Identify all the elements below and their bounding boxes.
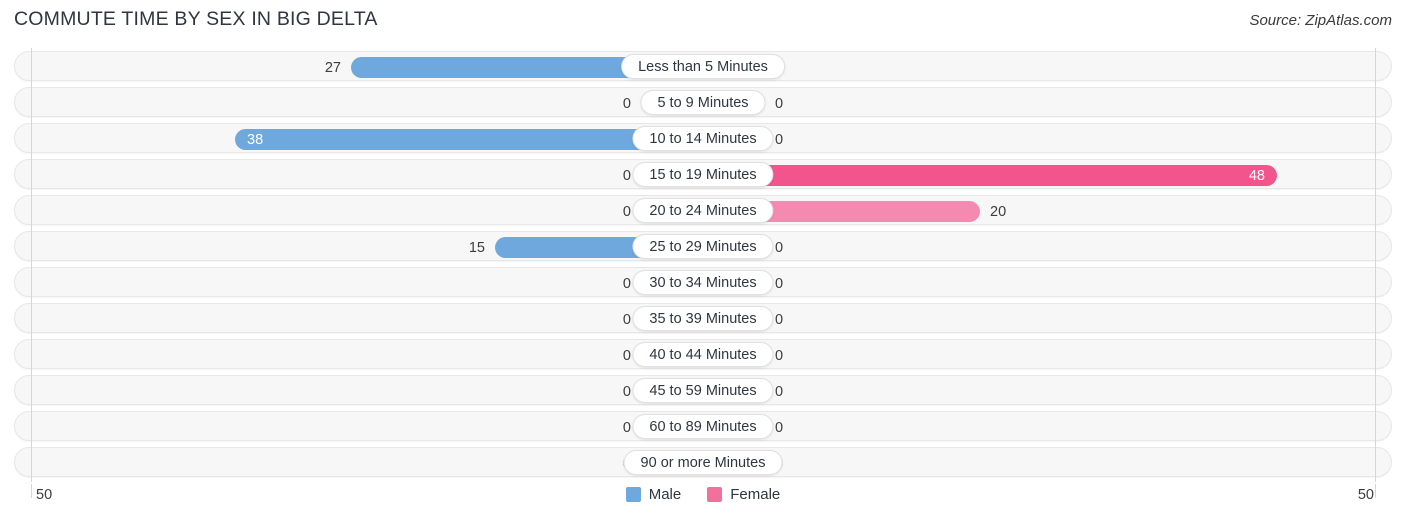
bar-rows-container: 270Less than 5 Minutes005 to 9 Minutes38… <box>14 48 1392 482</box>
bar-value-male: 0 <box>622 311 631 328</box>
category-label-pill: 15 to 19 Minutes <box>632 162 774 187</box>
bar-value-male: 0 <box>622 95 631 112</box>
table-row: 270Less than 5 Minutes <box>14 48 1392 84</box>
bar-value-female: 0 <box>775 347 784 364</box>
category-label-pill: 40 to 44 Minutes <box>632 342 774 367</box>
bar-value-male: 0 <box>622 203 631 220</box>
table-row: 0 0 30 to 34 Minutes <box>14 264 1392 300</box>
legend-label-female: Female <box>730 486 781 503</box>
bar-value-male: 0 <box>622 419 631 436</box>
bar-value-male: 0 <box>622 347 631 364</box>
table-row: 0 48 15 to 19 Minutes <box>14 156 1392 192</box>
legend-label-male: Male <box>648 486 682 503</box>
bar-value-female: 0 <box>775 131 784 148</box>
table-row: 0 0 35 to 39 Minutes <box>14 300 1392 336</box>
bar-value-female: 0 <box>775 311 784 328</box>
chart-footer: 50 50 Male Female <box>14 484 1392 518</box>
bar-value-male: 0 <box>622 167 631 184</box>
category-label-pill: 35 to 39 Minutes <box>632 306 774 331</box>
bar-value-female: 0 <box>775 419 784 436</box>
table-row: 0 0 60 to 89 Minutes <box>14 408 1392 444</box>
category-label-pill: 25 to 29 Minutes <box>632 234 774 259</box>
bar-female[interactable]: 48 <box>703 165 1277 186</box>
category-label-pill: 5 to 9 Minutes <box>640 90 766 115</box>
bar-value-female: 0 <box>775 383 784 400</box>
bar-value-female: 48 <box>1248 167 1265 184</box>
bar-value-female: 0 <box>775 95 784 112</box>
chart-legend: Male Female <box>14 486 1392 503</box>
bar-value-male: 15 <box>468 239 485 256</box>
category-label-pill: 10 to 14 Minutes <box>632 126 774 151</box>
bar-value-female: 0 <box>775 275 784 292</box>
bar-value-female: 0 <box>775 239 784 256</box>
legend-item-male[interactable]: Male <box>625 486 682 503</box>
category-label-pill: 30 to 34 Minutes <box>632 270 774 295</box>
table-row: 0 0 40 to 44 Minutes <box>14 336 1392 372</box>
source-attribution: Source: ZipAtlas.com <box>1249 12 1392 29</box>
table-row: 0090 or more Minutes <box>14 444 1392 480</box>
bar-value-female: 20 <box>990 203 1007 220</box>
legend-swatch-female-icon <box>707 487 723 502</box>
bar-value-male: 0 <box>622 275 631 292</box>
category-label-pill: 20 to 24 Minutes <box>632 198 774 223</box>
bar-value-male: 38 <box>247 131 264 148</box>
chart-header: COMMUTE TIME BY SEX IN BIG DELTA Source:… <box>0 0 1406 44</box>
axis-line-right <box>1375 48 1376 482</box>
legend-item-female[interactable]: Female <box>707 486 780 503</box>
category-label-pill: 90 or more Minutes <box>623 450 783 475</box>
category-label-pill: Less than 5 Minutes <box>621 54 785 79</box>
bar-value-male: 27 <box>324 59 341 76</box>
bar-value-male: 0 <box>622 383 631 400</box>
page-title: COMMUTE TIME BY SEX IN BIG DELTA <box>14 8 378 30</box>
table-row: 15 0 25 to 29 Minutes <box>14 228 1392 264</box>
chart-plot-area: 270Less than 5 Minutes005 to 9 Minutes38… <box>14 48 1392 482</box>
chart-page: COMMUTE TIME BY SEX IN BIG DELTA Source:… <box>0 0 1406 523</box>
category-label-pill: 45 to 59 Minutes <box>632 378 774 403</box>
legend-swatch-male-icon <box>625 487 641 502</box>
table-row: 38 0 10 to 14 Minutes <box>14 120 1392 156</box>
table-row: 0 0 5 to 9 Minutes <box>14 84 1392 120</box>
category-label-pill: 60 to 89 Minutes <box>632 414 774 439</box>
table-row: 0 20 20 to 24 Minutes <box>14 192 1392 228</box>
table-row: 0 0 45 to 59 Minutes <box>14 372 1392 408</box>
axis-line-left <box>31 48 32 482</box>
